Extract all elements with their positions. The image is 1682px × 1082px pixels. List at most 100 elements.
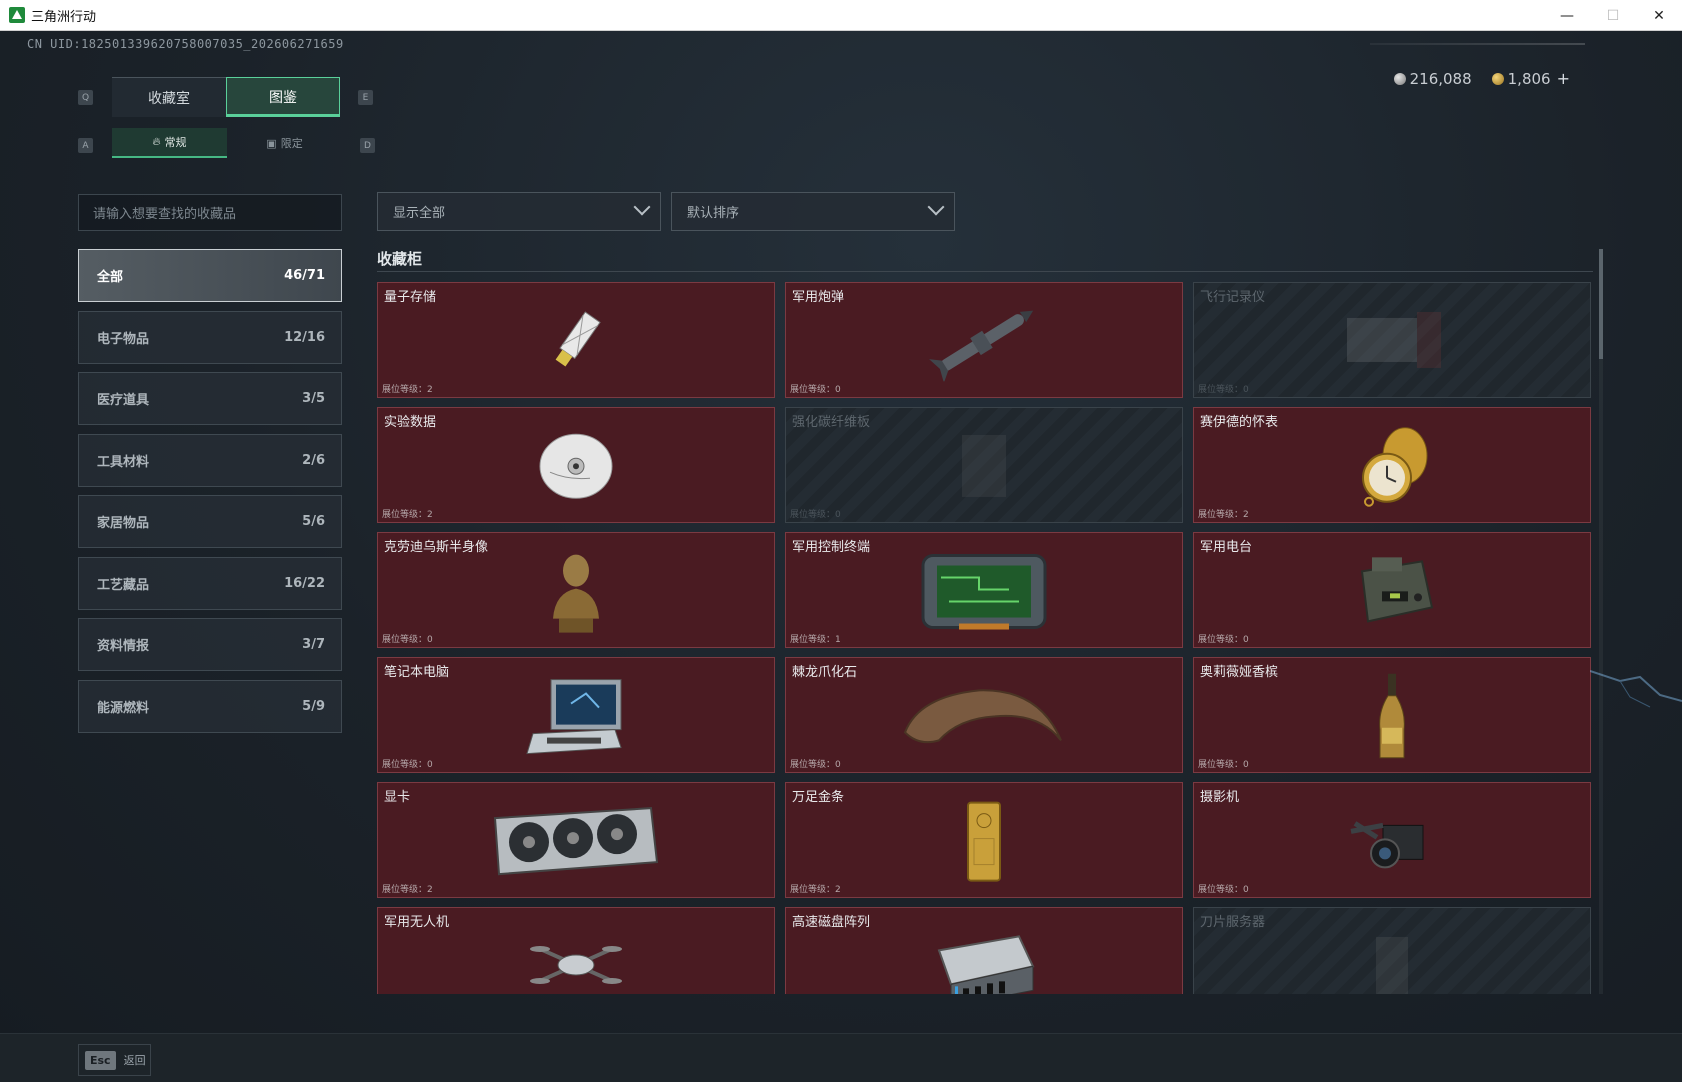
display-level: 展位等级：2 bbox=[1198, 510, 1249, 520]
collection-card[interactable]: 高速磁盘阵列 bbox=[785, 907, 1183, 994]
category-household[interactable]: 家居物品 5/6 bbox=[78, 495, 342, 548]
collection-card[interactable]: 显卡 展位等级：2 bbox=[377, 782, 775, 898]
tab-collection-room[interactable]: 收藏室 bbox=[112, 77, 226, 117]
silver-coin-icon bbox=[1393, 72, 1406, 85]
key-hint-a: A bbox=[78, 138, 93, 153]
currency-bar: 216,088 1,806 + bbox=[1393, 69, 1570, 88]
item-name: 军用控制终端 bbox=[792, 540, 871, 555]
collection-card[interactable]: 军用电台 展位等级：0 bbox=[1193, 532, 1591, 648]
sort-dropdown-value: 默认排序 bbox=[687, 206, 740, 221]
category-count: 3/5 bbox=[302, 391, 325, 406]
collection-card[interactable]: 万足金条 展位等级：2 bbox=[785, 782, 1183, 898]
bust-icon bbox=[541, 549, 611, 639]
collection-card-locked[interactable]: 强化碳纤维板 展位等级：0 bbox=[785, 407, 1183, 523]
category-label: 全部 bbox=[97, 270, 124, 285]
item-name: 高速磁盘阵列 bbox=[792, 915, 871, 930]
category-label: 能源燃料 bbox=[97, 700, 150, 716]
back-button[interactable]: Esc 返回 bbox=[78, 1044, 151, 1076]
minimize-button[interactable]: — bbox=[1544, 0, 1590, 31]
display-level: 展位等级：0 bbox=[1198, 760, 1249, 770]
disk-array-icon bbox=[929, 926, 1039, 994]
key-hint-e: E bbox=[358, 90, 373, 105]
maximize-button[interactable]: ☐ bbox=[1590, 0, 1636, 31]
display-level: 展位等级：1 bbox=[790, 635, 841, 645]
grid-scrollbar[interactable] bbox=[1599, 249, 1603, 994]
subtab-regular[interactable]: 🔥︎ 常规 bbox=[112, 128, 227, 158]
collection-card[interactable]: 量子存储 展位等级：2 bbox=[377, 282, 775, 398]
claw-fossil-icon bbox=[899, 676, 1069, 760]
item-name: 军用无人机 bbox=[384, 915, 450, 930]
back-label: 返回 bbox=[123, 1054, 146, 1067]
item-name: 赛伊德的怀表 bbox=[1200, 415, 1279, 430]
item-name: 万足金条 bbox=[792, 790, 845, 805]
usb-drive-icon bbox=[541, 306, 611, 380]
display-level: 展位等级：2 bbox=[382, 510, 433, 520]
item-name: 刀片服务器 bbox=[1200, 915, 1266, 930]
radio-icon bbox=[1342, 551, 1442, 635]
collection-card[interactable]: 军用炮弹 展位等级：0 bbox=[785, 282, 1183, 398]
category-crafts[interactable]: 工艺藏品 16/22 bbox=[78, 556, 342, 610]
main-tabs: 收藏室 图鉴 bbox=[112, 77, 340, 117]
app-logo-icon bbox=[9, 7, 25, 23]
category-tools[interactable]: 工具材料 2/6 bbox=[78, 433, 342, 487]
category-label: 工具材料 bbox=[97, 454, 150, 470]
scrollbar-thumb[interactable] bbox=[1599, 249, 1603, 359]
item-name: 克劳迪乌斯半身像 bbox=[384, 540, 489, 555]
laptop-icon bbox=[521, 674, 631, 764]
collection-card-locked[interactable]: 刀片服务器 bbox=[1193, 907, 1591, 994]
display-level: 展位等级：0 bbox=[790, 385, 841, 395]
collection-card[interactable]: 克劳迪乌斯半身像 展位等级：0 bbox=[377, 532, 775, 648]
window-title: 三角洲行动 bbox=[31, 9, 97, 25]
item-name: 军用电台 bbox=[1200, 540, 1253, 555]
silver-currency: 216,088 bbox=[1393, 70, 1472, 88]
category-medical[interactable]: 医疗道具 3/5 bbox=[78, 372, 342, 425]
subtab-limited[interactable]: ▣ 限定 bbox=[227, 128, 342, 158]
category-intel[interactable]: 资料情报 3/7 bbox=[78, 618, 342, 671]
display-level: 展位等级：2 bbox=[382, 885, 433, 895]
control-terminal-icon bbox=[919, 550, 1049, 638]
window-controls: — ☐ ✕ bbox=[1544, 0, 1682, 31]
collection-card-locked[interactable]: 飞行记录仪 展位等级：0 bbox=[1193, 282, 1591, 398]
category-label: 医疗道具 bbox=[97, 393, 150, 408]
player-uid: CN UID:1825013396207580070​35_2026062716… bbox=[27, 37, 344, 51]
flight-recorder-icon bbox=[1337, 306, 1447, 380]
category-count: 16/22 bbox=[284, 575, 325, 591]
category-electronics[interactable]: 电子物品 12/16 bbox=[78, 310, 342, 364]
collection-card[interactable]: 赛伊德的怀表 展位等级：2 bbox=[1193, 407, 1591, 523]
drone-icon bbox=[526, 931, 626, 994]
collection-card[interactable]: 军用无人机 bbox=[377, 907, 775, 994]
filter-dropdown-value: 显示全部 bbox=[393, 206, 446, 221]
category-count: 5/9 bbox=[302, 698, 325, 714]
bottom-bar: Esc 返回 bbox=[0, 1033, 1682, 1082]
item-name: 笔记本电脑 bbox=[384, 665, 450, 680]
limited-icon: ▣ bbox=[266, 136, 277, 150]
section-divider bbox=[377, 271, 1593, 272]
collection-card[interactable]: 实验数据 展位等级：2 bbox=[377, 407, 775, 523]
filter-dropdown[interactable]: 显示全部 bbox=[377, 192, 661, 231]
key-hint-d: D bbox=[360, 138, 375, 153]
collection-card[interactable]: 奥莉薇娅香槟 展位等级：0 bbox=[1193, 657, 1591, 773]
collection-card[interactable]: 军用控制终端 展位等级：1 bbox=[785, 532, 1183, 648]
subtab-limited-label: 限定 bbox=[280, 137, 303, 150]
display-level: 展位等级：0 bbox=[790, 760, 841, 770]
tab-codex[interactable]: 图鉴 bbox=[226, 77, 340, 117]
category-count: 46/71 bbox=[284, 268, 325, 283]
collection-card[interactable]: 棘龙爪化石 展位等级：0 bbox=[785, 657, 1183, 773]
close-button[interactable]: ✕ bbox=[1636, 0, 1682, 31]
decor-line bbox=[1370, 43, 1585, 45]
missile-icon bbox=[924, 301, 1044, 385]
chevron-down-icon bbox=[927, 198, 945, 216]
category-label: 工艺藏品 bbox=[97, 577, 150, 593]
item-name: 军用炮弹 bbox=[792, 290, 845, 305]
item-name: 摄影机 bbox=[1200, 790, 1240, 805]
item-name: 棘龙爪化石 bbox=[792, 665, 858, 680]
search-input[interactable]: 请输入想要查找的收藏品 bbox=[78, 194, 342, 231]
category-all[interactable]: 全部 46/71 bbox=[78, 249, 342, 302]
collection-card[interactable]: 笔记本电脑 展位等级：0 bbox=[377, 657, 775, 773]
category-energy[interactable]: 能源燃料 5/9 bbox=[78, 679, 342, 733]
collection-card[interactable]: 摄影机 展位等级：0 bbox=[1193, 782, 1591, 898]
add-currency-button[interactable]: + bbox=[1557, 69, 1570, 88]
category-count: 12/16 bbox=[284, 329, 325, 345]
sort-dropdown[interactable]: 默认排序 bbox=[671, 192, 955, 231]
category-count: 3/7 bbox=[302, 637, 325, 652]
